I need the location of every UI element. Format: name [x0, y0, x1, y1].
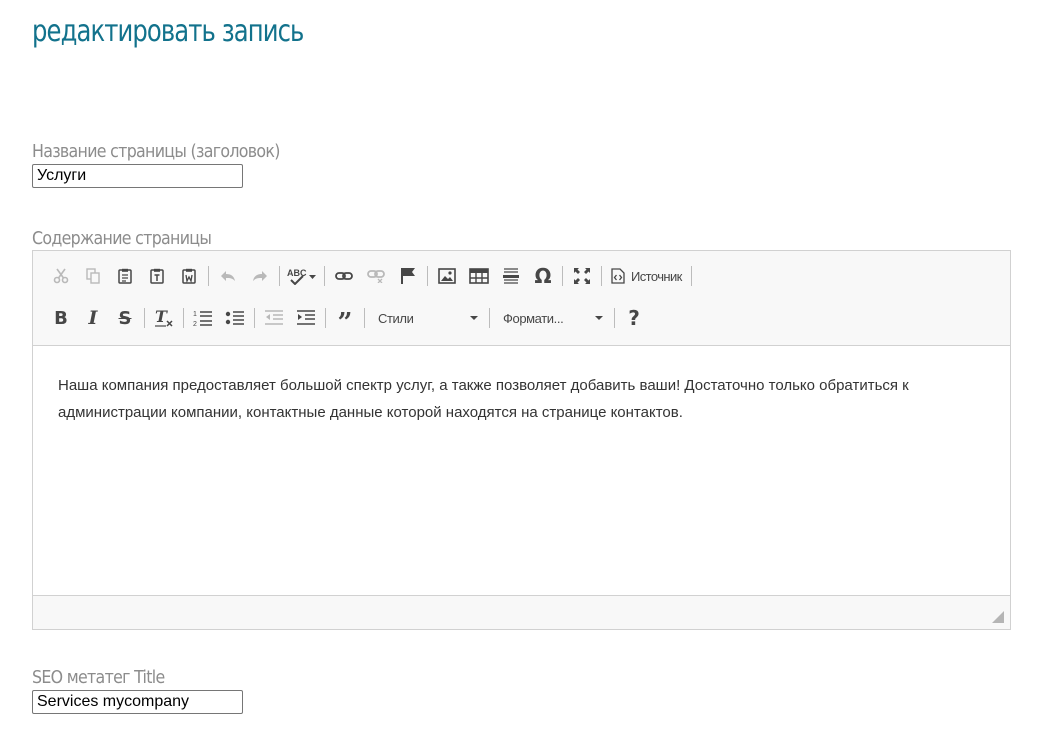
- maximize-icon[interactable]: [566, 262, 598, 290]
- indent-icon[interactable]: [290, 304, 322, 332]
- format-combo-label: Формати...: [503, 310, 564, 326]
- content-paragraph: Наша компания предоставляет большой спек…: [58, 377, 909, 421]
- resize-handle-icon[interactable]: [992, 611, 1004, 623]
- toolbar-separator: [183, 308, 184, 328]
- table-icon[interactable]: [463, 262, 495, 290]
- toolbar-separator: [325, 308, 326, 328]
- blockquote-icon[interactable]: ”: [329, 304, 361, 336]
- outdent-icon[interactable]: [258, 304, 290, 332]
- cut-icon[interactable]: [45, 262, 77, 290]
- numbered-list-icon[interactable]: 12: [187, 304, 219, 332]
- toolbar-separator: [614, 308, 615, 328]
- source-icon: [611, 268, 625, 284]
- italic-icon[interactable]: I: [77, 304, 109, 332]
- redo-icon[interactable]: [244, 262, 276, 290]
- page-title: редактировать запись: [32, 14, 304, 49]
- page-name-label: Название страницы (заголовок): [32, 141, 280, 162]
- link-icon[interactable]: [328, 262, 360, 290]
- bold-icon[interactable]: B: [45, 304, 77, 332]
- paste-text-icon[interactable]: [141, 262, 173, 290]
- toolbar-separator: [208, 266, 209, 286]
- styles-combo[interactable]: Стили: [368, 304, 486, 332]
- editor-status-bar: [33, 595, 1010, 629]
- seo-title-input[interactable]: [32, 690, 243, 714]
- editor-toolbar: ABC Ω Источник B I S T 1 2 ” Стили Форма…: [33, 251, 1010, 346]
- remove-format-icon[interactable]: T: [148, 304, 180, 332]
- toolbar-separator: [690, 266, 692, 286]
- copy-icon[interactable]: [77, 262, 109, 290]
- toolbar-row-2: B I S T 12 ” Стили Формати... ?: [45, 303, 650, 336]
- editor-content-area[interactable]: Наша компания предоставляет большой спек…: [33, 346, 1010, 596]
- svg-text:T: T: [155, 308, 168, 326]
- toolbar-separator: [562, 266, 563, 286]
- toolbar-separator: [324, 266, 325, 286]
- svg-text:ABC: ABC: [287, 268, 307, 278]
- image-icon[interactable]: [431, 262, 463, 290]
- format-combo[interactable]: Формати...: [493, 304, 611, 332]
- styles-combo-label: Стили: [378, 310, 414, 326]
- toolbar-separator: [279, 266, 280, 286]
- toolbar-separator: [601, 266, 602, 286]
- spellcheck-icon[interactable]: ABC: [283, 262, 321, 290]
- paste-word-icon[interactable]: [173, 262, 205, 290]
- toolbar-separator: [144, 308, 145, 328]
- source-button[interactable]: Источник: [605, 262, 688, 290]
- page-name-input[interactable]: [32, 164, 243, 188]
- svg-text:2: 2: [193, 321, 197, 327]
- toolbar-separator: [254, 308, 255, 328]
- paste-icon[interactable]: [109, 262, 141, 290]
- anchor-flag-icon[interactable]: [392, 262, 424, 290]
- rich-text-editor: ABC Ω Источник B I S T 1 2 ” Стили Форма…: [32, 250, 1011, 630]
- source-label: Источник: [631, 268, 682, 284]
- help-icon[interactable]: ?: [618, 304, 650, 332]
- bulleted-list-icon[interactable]: [219, 304, 251, 332]
- toolbar-row-1: ABC Ω Источник: [45, 261, 695, 291]
- content-label: Содержание страницы: [32, 228, 212, 249]
- seo-title-label: SEO метатег Title: [32, 667, 165, 688]
- undo-icon[interactable]: [212, 262, 244, 290]
- special-char-icon[interactable]: Ω: [527, 262, 559, 290]
- strikethrough-icon[interactable]: S: [109, 304, 141, 332]
- chevron-down-icon: [470, 316, 478, 320]
- toolbar-separator: [427, 266, 428, 286]
- toolbar-separator: [489, 308, 490, 328]
- svg-text:1: 1: [193, 311, 197, 318]
- toolbar-separator: [364, 308, 365, 328]
- horizontal-line-icon[interactable]: [495, 262, 527, 290]
- chevron-down-icon: [595, 316, 603, 320]
- unlink-icon[interactable]: [360, 262, 392, 290]
